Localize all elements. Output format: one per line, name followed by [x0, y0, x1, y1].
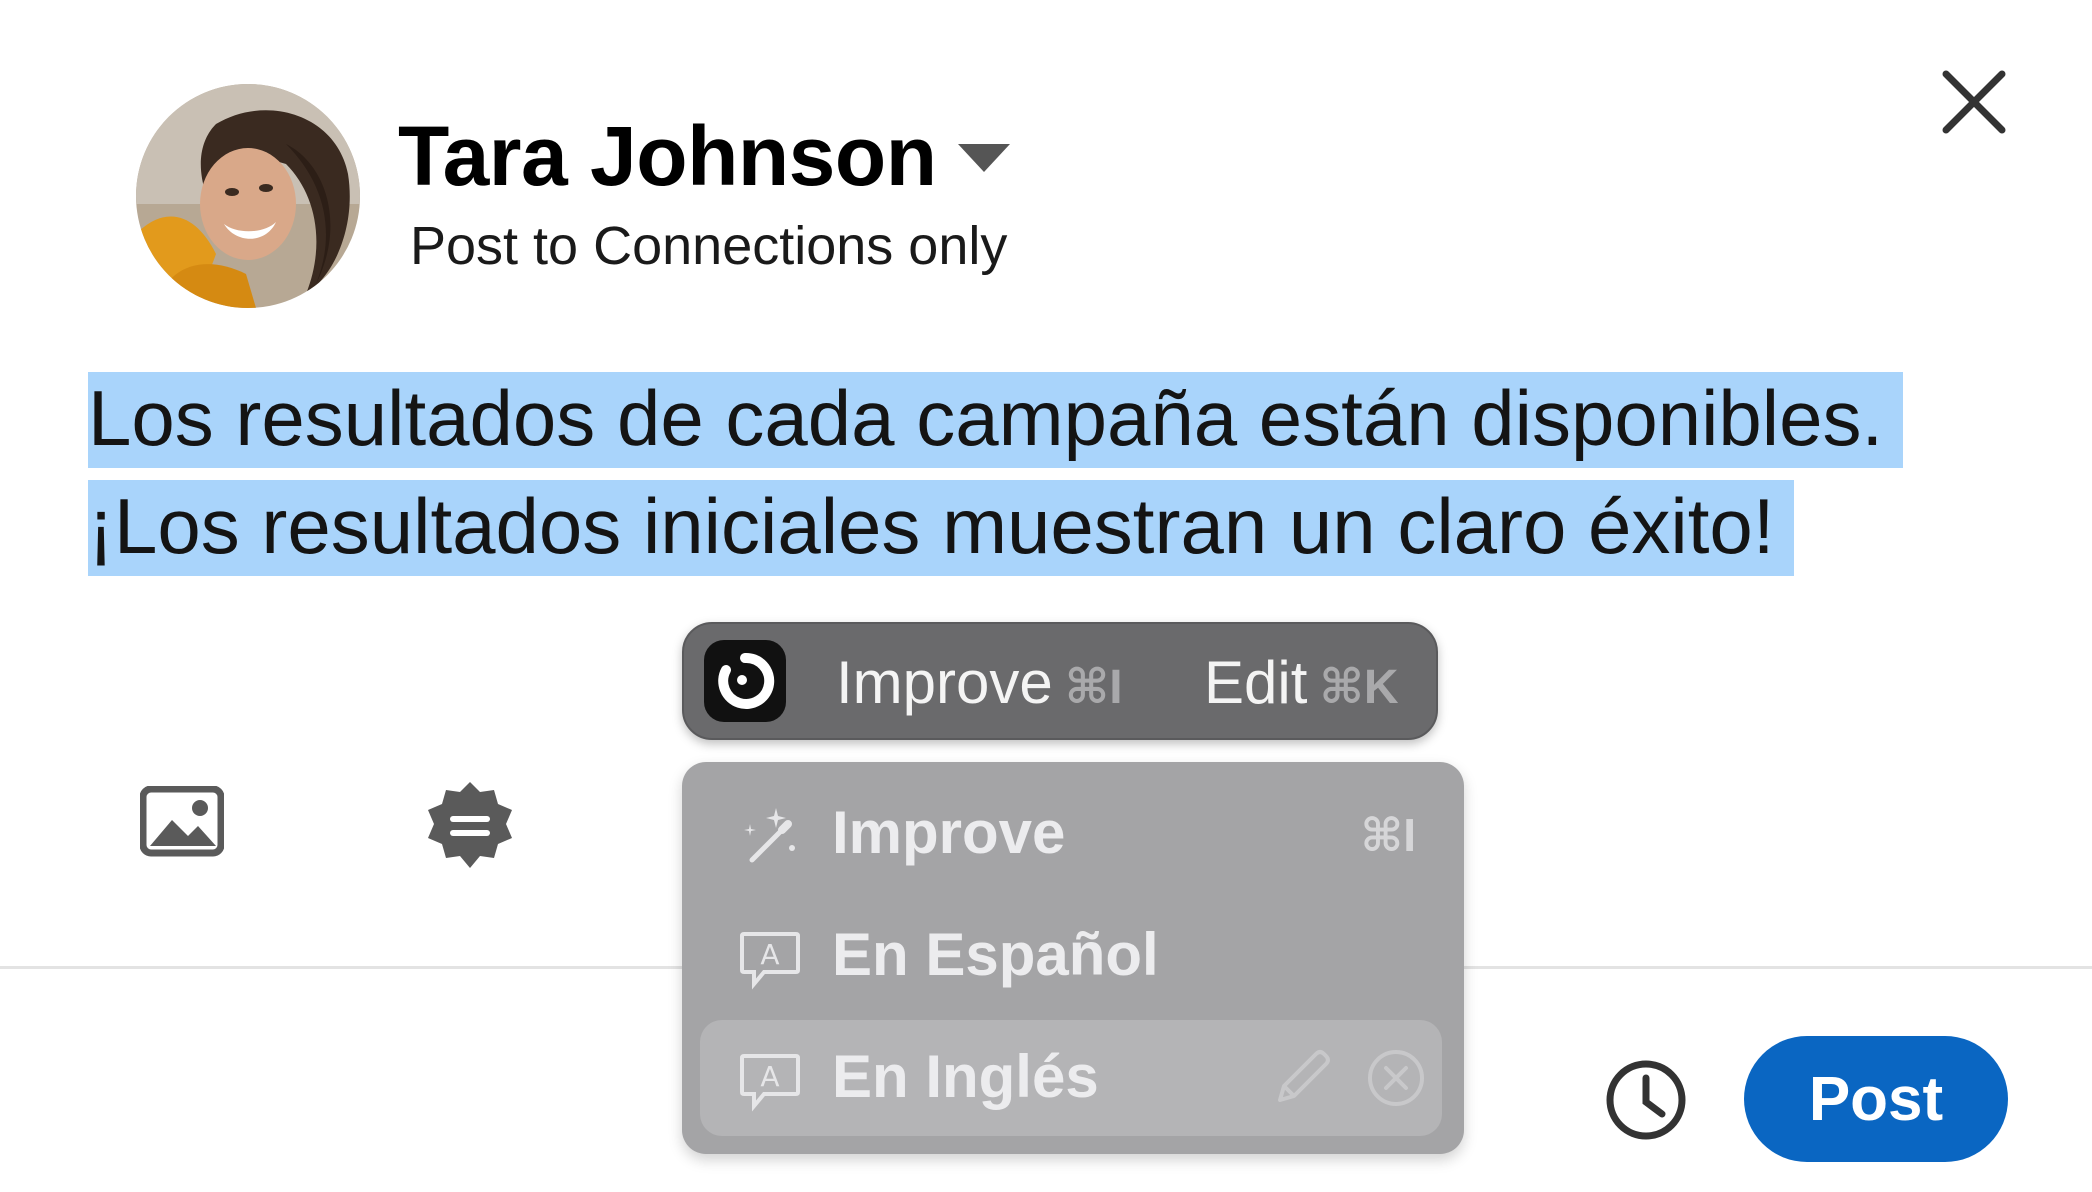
- menu-item-label: En Inglés: [832, 1043, 1099, 1110]
- audience-selector[interactable]: Post to Connections only: [410, 212, 1007, 280]
- image-icon[interactable]: [139, 785, 225, 860]
- remove-circle-icon[interactable]: [1366, 1048, 1426, 1108]
- ai-menu: Improve ⌘I A En Español A En Inglés: [682, 762, 1464, 1154]
- improve-button[interactable]: Improve ⌘I: [836, 648, 1123, 723]
- author-name: Tara Johnson: [398, 109, 937, 203]
- edit-shortcut: ⌘K: [1319, 661, 1399, 714]
- svg-text:A: A: [760, 938, 779, 971]
- ai-toolbar: Improve ⌘I Edit ⌘K: [682, 622, 1438, 740]
- edit-label: Edit: [1204, 649, 1308, 716]
- clock-icon[interactable]: [1604, 1058, 1688, 1142]
- chevron-down-icon[interactable]: [954, 140, 1014, 176]
- menu-item-espanol[interactable]: A En Español: [700, 898, 1442, 1014]
- menu-item-improve[interactable]: Improve ⌘I: [700, 776, 1442, 892]
- post-editor[interactable]: Los resultados de cada campaña están dis…: [88, 364, 1948, 580]
- menu-item-label: Improve: [832, 799, 1066, 866]
- post-button[interactable]: Post: [1744, 1036, 2008, 1162]
- selected-text: Los resultados de cada campaña están dis…: [88, 372, 1904, 576]
- menu-item-shortcut: ⌘I: [1360, 809, 1416, 861]
- menu-item-label: En Español: [832, 921, 1159, 988]
- ai-logo-icon[interactable]: [704, 640, 786, 722]
- improve-shortcut: ⌘I: [1064, 661, 1123, 714]
- svg-text:A: A: [760, 1060, 779, 1093]
- pencil-icon[interactable]: [1270, 1046, 1334, 1110]
- avatar: [136, 84, 360, 308]
- improve-label: Improve: [836, 649, 1053, 716]
- translate-icon: A: [738, 926, 802, 990]
- badge-icon[interactable]: [424, 780, 516, 872]
- menu-item-ingles[interactable]: A En Inglés: [700, 1020, 1442, 1136]
- translate-icon: A: [738, 1048, 802, 1112]
- edit-button[interactable]: Edit ⌘K: [1204, 648, 1399, 723]
- magic-wand-icon: [738, 804, 802, 868]
- close-icon[interactable]: [1934, 62, 2014, 142]
